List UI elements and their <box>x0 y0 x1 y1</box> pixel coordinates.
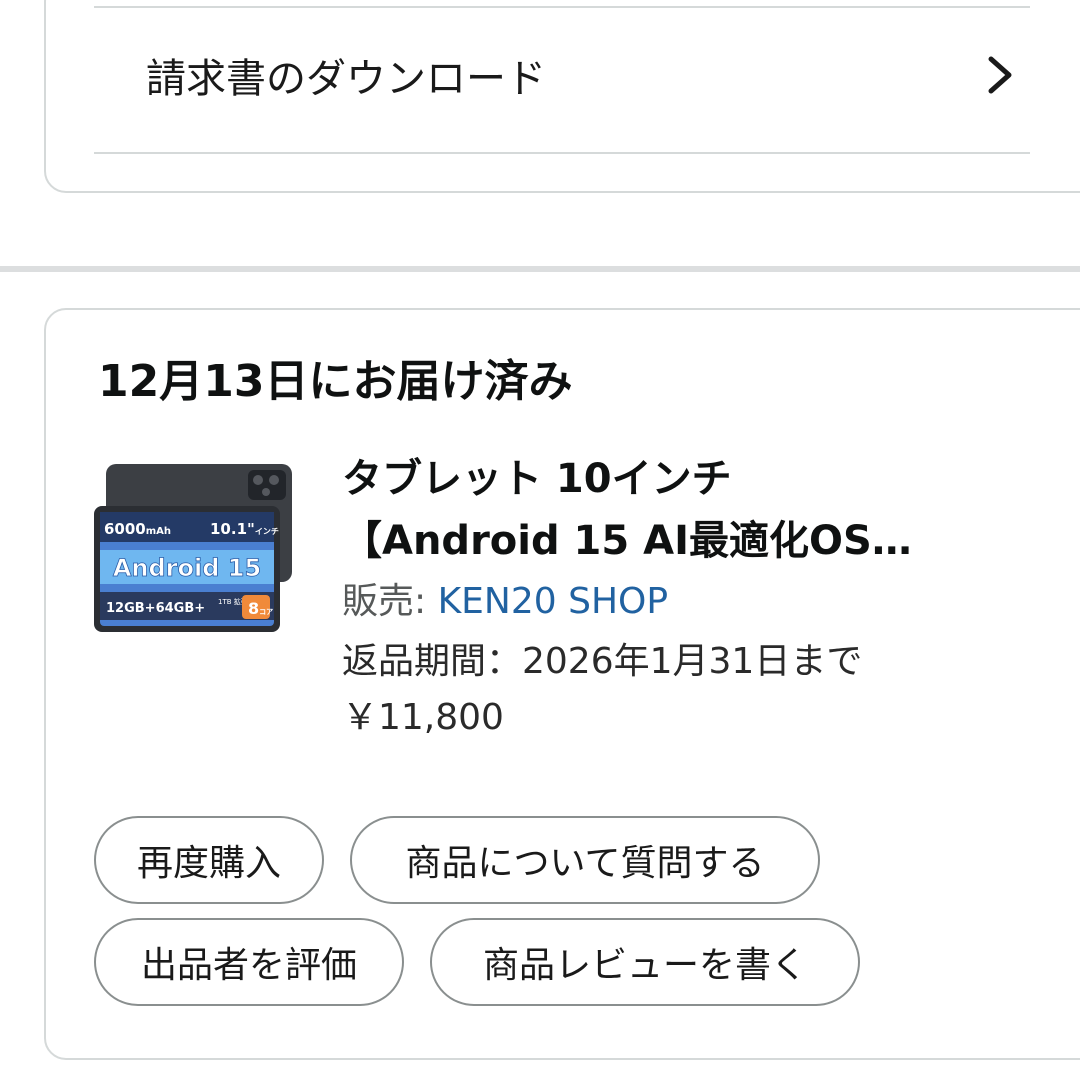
seller-prefix: 販売: <box>342 581 438 622</box>
seller-link[interactable]: KEN20 SHOP <box>438 581 669 622</box>
invoice-download-label: 請求書のダウンロード <box>146 56 546 102</box>
tablet-product-image[interactable]: 6000mAh 10.1"インチ Android 15 12GB+64GB+ 1… <box>92 460 302 636</box>
section-separator <box>0 266 1080 272</box>
os-badge: Android 15 <box>113 554 261 582</box>
write-review-button[interactable]: 商品レビューを書く <box>430 918 860 1006</box>
divider <box>94 6 1030 8</box>
chevron-right-icon <box>970 45 1030 105</box>
memory-badge: 12GB+64GB+ <box>106 601 205 616</box>
ask-question-button[interactable]: 商品について質問する <box>350 816 820 904</box>
rate-seller-button[interactable]: 出品者を評価 <box>94 918 404 1006</box>
seller-line: 販売: KEN20 SHOP <box>342 572 668 624</box>
invoice-download-row[interactable]: 請求書のダウンロード <box>94 40 1030 110</box>
return-period: 返品期間：2026年1月31日まで <box>342 641 863 682</box>
delivery-status-title: 12月13日にお届け済み <box>98 356 573 407</box>
buy-again-button[interactable]: 再度購入 <box>94 816 324 904</box>
price: ￥11,800 <box>342 697 504 738</box>
divider <box>94 152 1030 154</box>
product-title-link[interactable]: タブレット 10インチ 【Android 15 AI最適化OS… <box>342 448 1002 572</box>
